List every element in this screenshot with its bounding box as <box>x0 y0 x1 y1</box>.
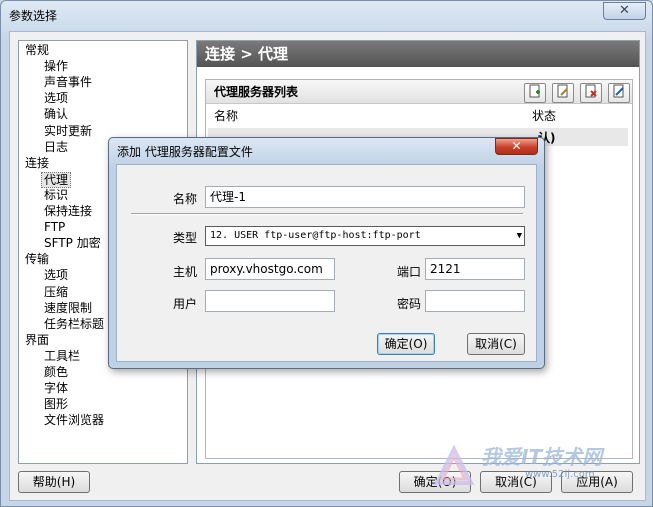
tree-item[interactable]: 速度限制 <box>44 301 92 315</box>
titlebar[interactable]: 参数选择 ✕ <box>1 1 652 29</box>
tree-item[interactable]: 代理 <box>41 171 72 188</box>
name-label: 名称 <box>172 192 197 206</box>
tree-item[interactable]: 颜色 <box>44 365 68 379</box>
help-button[interactable]: 帮助(H) <box>18 471 90 493</box>
window-close-button[interactable]: ✕ <box>603 2 646 20</box>
tree-item[interactable]: 常规 <box>25 43 49 57</box>
delete-proxy-button[interactable] <box>580 83 602 103</box>
user-label: 用户 <box>172 297 197 311</box>
user-field[interactable] <box>205 290 335 312</box>
tree-item[interactable]: 字体 <box>44 381 68 395</box>
tree-item[interactable]: SFTP 加密 <box>44 236 101 250</box>
add-proxy-dialog: 添加 代理服务器配置文件 ✕ 名称 代理-1 类型 12. USER ftp-u… <box>108 137 545 369</box>
tree-item[interactable]: 连接 <box>25 156 49 170</box>
host-field[interactable]: proxy.vhostgo.com <box>205 258 335 280</box>
tree-item[interactable]: 保持连接 <box>44 204 92 218</box>
window-title: 参数选择 <box>9 9 58 23</box>
tree-item[interactable]: 操作 <box>44 59 68 73</box>
tree-item[interactable]: 选项 <box>44 91 68 105</box>
close-icon: ✕ <box>511 139 522 153</box>
port-field[interactable]: 2121 <box>425 258 525 280</box>
proxy-list-title-text: 代理服务器列表 <box>214 85 299 99</box>
name-field[interactable]: 代理-1 <box>205 186 525 208</box>
add-proxy-button[interactable] <box>524 83 546 103</box>
column-header-name[interactable]: 名称 <box>214 106 238 126</box>
connect-icon <box>613 84 624 98</box>
tree-item[interactable]: 图形 <box>44 397 68 411</box>
dialog-close-button[interactable]: ✕ <box>495 138 538 155</box>
tree-item[interactable]: 工具栏 <box>44 349 80 363</box>
dialog-title: 添加 代理服务器配置文件 <box>117 145 253 159</box>
dialog-cancel-button[interactable]: 取消(C) <box>467 333 525 355</box>
chevron-down-icon[interactable]: ▼ <box>517 227 522 245</box>
edit-icon <box>557 84 568 98</box>
dialog-ok-button[interactable]: 确定(O) <box>377 333 435 355</box>
pane-header: 连接 > 代理 <box>197 41 639 67</box>
dialog-body: 名称 代理-1 类型 12. USER ftp-user@ftp-host:ft… <box>116 164 537 362</box>
tree-item[interactable]: FTP <box>44 220 65 234</box>
apply-button[interactable]: 应用(A) <box>561 471 633 493</box>
tree-item[interactable]: 文件浏览器 <box>44 413 104 427</box>
cancel-button[interactable]: 取消(C) <box>480 471 552 493</box>
tree-item[interactable]: 标识 <box>44 188 68 202</box>
tree-item[interactable]: 界面 <box>25 333 49 347</box>
port-label: 端口 <box>396 265 421 279</box>
delete-icon <box>585 84 597 98</box>
tree-item[interactable]: 日志 <box>44 140 68 154</box>
host-label: 主机 <box>172 265 197 279</box>
password-label: 密码 <box>396 297 421 311</box>
type-label: 类型 <box>172 231 197 245</box>
close-icon: ✕ <box>619 3 630 18</box>
type-select-value: 12. USER ftp-user@ftp-host:ftp-port <box>210 230 421 241</box>
divider <box>131 213 523 215</box>
tree-item[interactable]: 实时更新 <box>44 124 92 138</box>
type-select[interactable]: 12. USER ftp-user@ftp-host:ftp-port ▼ <box>205 226 525 246</box>
tree-item[interactable]: 选项 <box>44 268 68 282</box>
tree-item[interactable]: 任务栏标题 <box>44 317 104 331</box>
tree-item[interactable]: 确认 <box>44 107 68 121</box>
column-header-status[interactable]: 状态 <box>532 106 556 126</box>
tree-item[interactable]: 声音事件 <box>44 75 92 89</box>
edit-proxy-button[interactable] <box>552 83 574 103</box>
add-icon <box>529 84 540 98</box>
ok-button[interactable]: 确定(O) <box>399 471 471 493</box>
tree-item[interactable]: 压缩 <box>44 285 68 299</box>
password-field[interactable] <box>425 290 525 312</box>
connect-proxy-button[interactable] <box>608 83 630 103</box>
tree-item[interactable]: 传输 <box>25 252 49 266</box>
